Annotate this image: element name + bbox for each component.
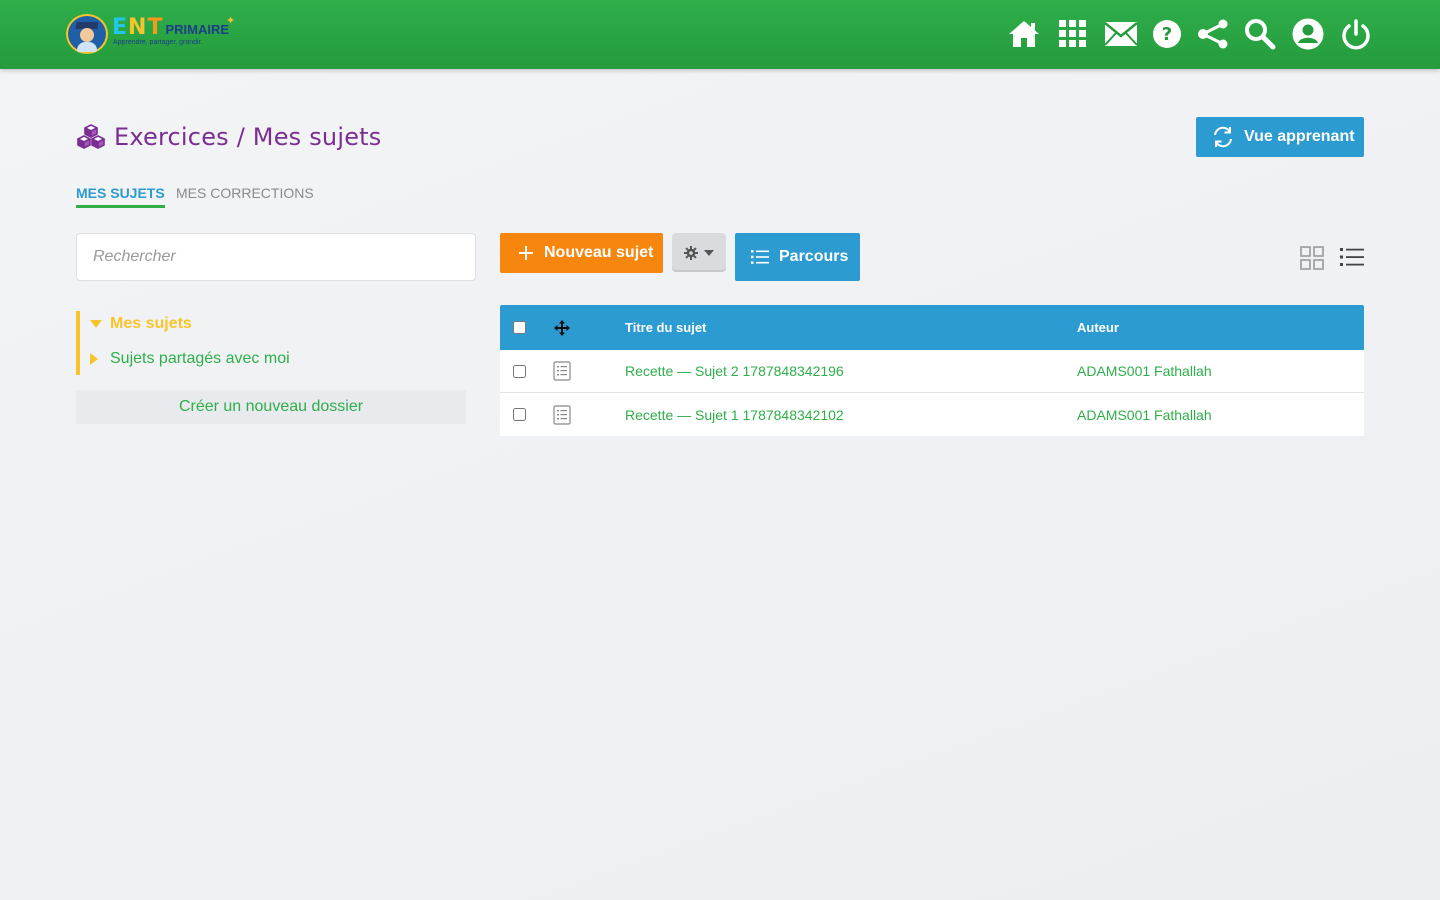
list-icon [751,250,769,264]
vue-apprenant-label: Vue apprenant [1244,128,1355,145]
move-icon[interactable] [553,305,571,350]
header-title[interactable]: Titre du sujet [625,305,706,350]
tree-item-label: Mes sujets [110,315,192,332]
table-row[interactable]: Recette — Sujet 2 1787848342196 ADAMS001… [500,350,1364,393]
caret-down-icon [90,320,104,328]
search-input[interactable] [76,233,476,281]
vue-apprenant-button[interactable]: Vue apprenant [1196,117,1364,157]
folder-tree: Mes sujets Sujets partagés avec moi [76,311,476,375]
new-folder-button[interactable]: Créer un nouveau dossier [76,390,466,424]
caret-right-icon [90,353,104,365]
apps-grid-icon[interactable] [1053,15,1093,53]
user-icon[interactable] [1288,15,1328,53]
cubes-icon [77,124,105,149]
settings-dropdown-button[interactable] [672,233,726,272]
row-select-cell [513,350,526,392]
logo-tagline: Apprendre, partager, grandir. [113,39,203,46]
table-row[interactable]: Recette — Sujet 1 1787848342102 ADAMS001… [500,393,1364,436]
page-title: Exercices / Mes sujets [76,120,381,154]
subjects-table: Titre du sujet Auteur Recette — Sujet 2 … [500,305,1364,436]
svg-text:?: ? [1162,24,1172,45]
document-icon [553,393,571,436]
share-icon[interactable] [1193,15,1233,53]
mail-icon[interactable] [1101,15,1141,53]
power-icon[interactable] [1336,15,1376,53]
row-title[interactable]: Recette — Sujet 1 1787848342102 [625,393,844,436]
gear-icon [684,245,698,260]
plus-icon [519,246,533,260]
tab-mes-sujets[interactable]: MES SUJETS [76,185,165,208]
document-icon [553,350,571,392]
row-checkbox[interactable] [513,408,526,421]
tab-mes-corrections[interactable]: MES CORRECTIONS [176,185,314,201]
tree-item-sujets-partages[interactable]: Sujets partagés avec moi [90,348,290,370]
table-header: Titre du sujet Auteur [500,305,1364,350]
search-icon[interactable] [1240,15,1280,53]
caret-down-icon [704,249,714,256]
row-author: ADAMS001 Fathallah [1077,363,1212,379]
logo-ent: ENT [112,15,164,40]
row-title[interactable]: Recette — Sujet 2 1787848342196 [625,350,844,392]
select-all-cell [513,305,526,350]
refresh-icon [1214,126,1232,148]
row-select-cell [513,393,526,436]
tree-item-mes-sujets[interactable]: Mes sujets [90,313,192,335]
home-icon[interactable] [1004,15,1044,53]
grid-view-icon[interactable] [1299,245,1325,271]
logo-primaire: PRIMAIRE [165,22,230,37]
header-author[interactable]: Auteur [1077,305,1119,350]
parcours-label: Parcours [779,248,849,265]
tree-item-label: Sujets partagés avec moi [110,350,290,367]
page-title-text: Exercices / Mes sujets [114,123,382,151]
top-bar: ENT PRIMAIRE ✦ Apprendre, partager, grand… [0,0,1440,69]
logo-spark-icon: ✦ [226,15,236,27]
parcours-button[interactable]: Parcours [735,233,860,281]
select-all-checkbox[interactable] [513,321,526,334]
ent-logo[interactable]: ENT PRIMAIRE ✦ Apprendre, partager, grand… [66,14,238,56]
row-author: ADAMS001 Fathallah [1077,406,1212,423]
new-subject-button[interactable]: Nouveau sujet [500,233,663,273]
logo-wordmark: ENT PRIMAIRE [112,15,229,40]
list-view-icon[interactable] [1340,245,1364,269]
row-checkbox[interactable] [513,364,526,378]
logo-mascot [66,14,108,54]
new-subject-label: Nouveau sujet [544,244,654,261]
help-icon[interactable]: ? [1147,15,1187,53]
